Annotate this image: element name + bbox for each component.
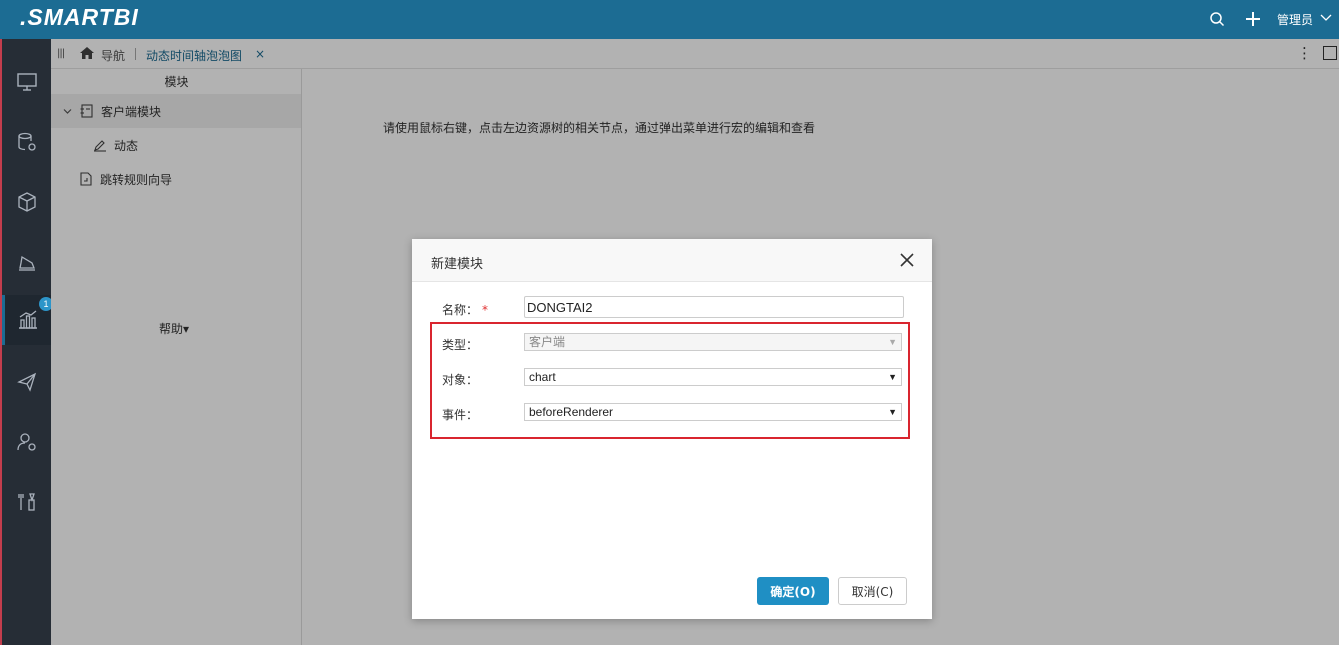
rail-cube[interactable] [2,177,51,227]
rail-user-settings[interactable] [2,417,51,467]
user-menu[interactable]: 管理员 [1277,11,1313,28]
cancel-button[interactable]: 取消(C) [838,577,907,605]
analysis-icon [18,255,35,271]
dialog-title: 新建模块 [431,257,484,272]
chevron-down-icon[interactable] [1320,12,1332,27]
highlight-annotation [430,322,910,439]
rail-analysis[interactable] [2,237,51,287]
name-label: 名称： * [442,303,489,317]
rail-database[interactable] [2,117,51,167]
monitor-icon [16,73,37,91]
name-input[interactable] [524,296,904,318]
dialog-header: 新建模块 [412,239,932,282]
cube-icon [17,192,36,212]
close-icon[interactable] [899,252,915,268]
database-settings-icon [17,132,36,151]
rail-report[interactable]: 1 [2,295,53,345]
rail-monitor[interactable] [2,57,51,107]
search-icon[interactable] [1206,8,1228,30]
left-nav-rail: 1 [0,39,53,645]
new-module-dialog: 新建模块 名称：* 类型： 客户端▼ 对象： chart▼ 事件： before… [412,239,932,619]
required-marker: * [482,303,489,317]
add-icon[interactable] [1242,8,1264,30]
confirm-button[interactable]: 确定(O) [757,577,829,605]
user-settings-icon [16,433,36,451]
send-icon [16,372,36,392]
report-chart-icon [19,310,37,329]
rail-tools[interactable] [2,477,51,527]
top-bar: .SMARTBI 管理员 [0,0,1339,39]
tools-icon [17,493,35,511]
smartbi-logo: .SMARTBI [20,4,139,30]
rail-send[interactable] [2,357,51,407]
